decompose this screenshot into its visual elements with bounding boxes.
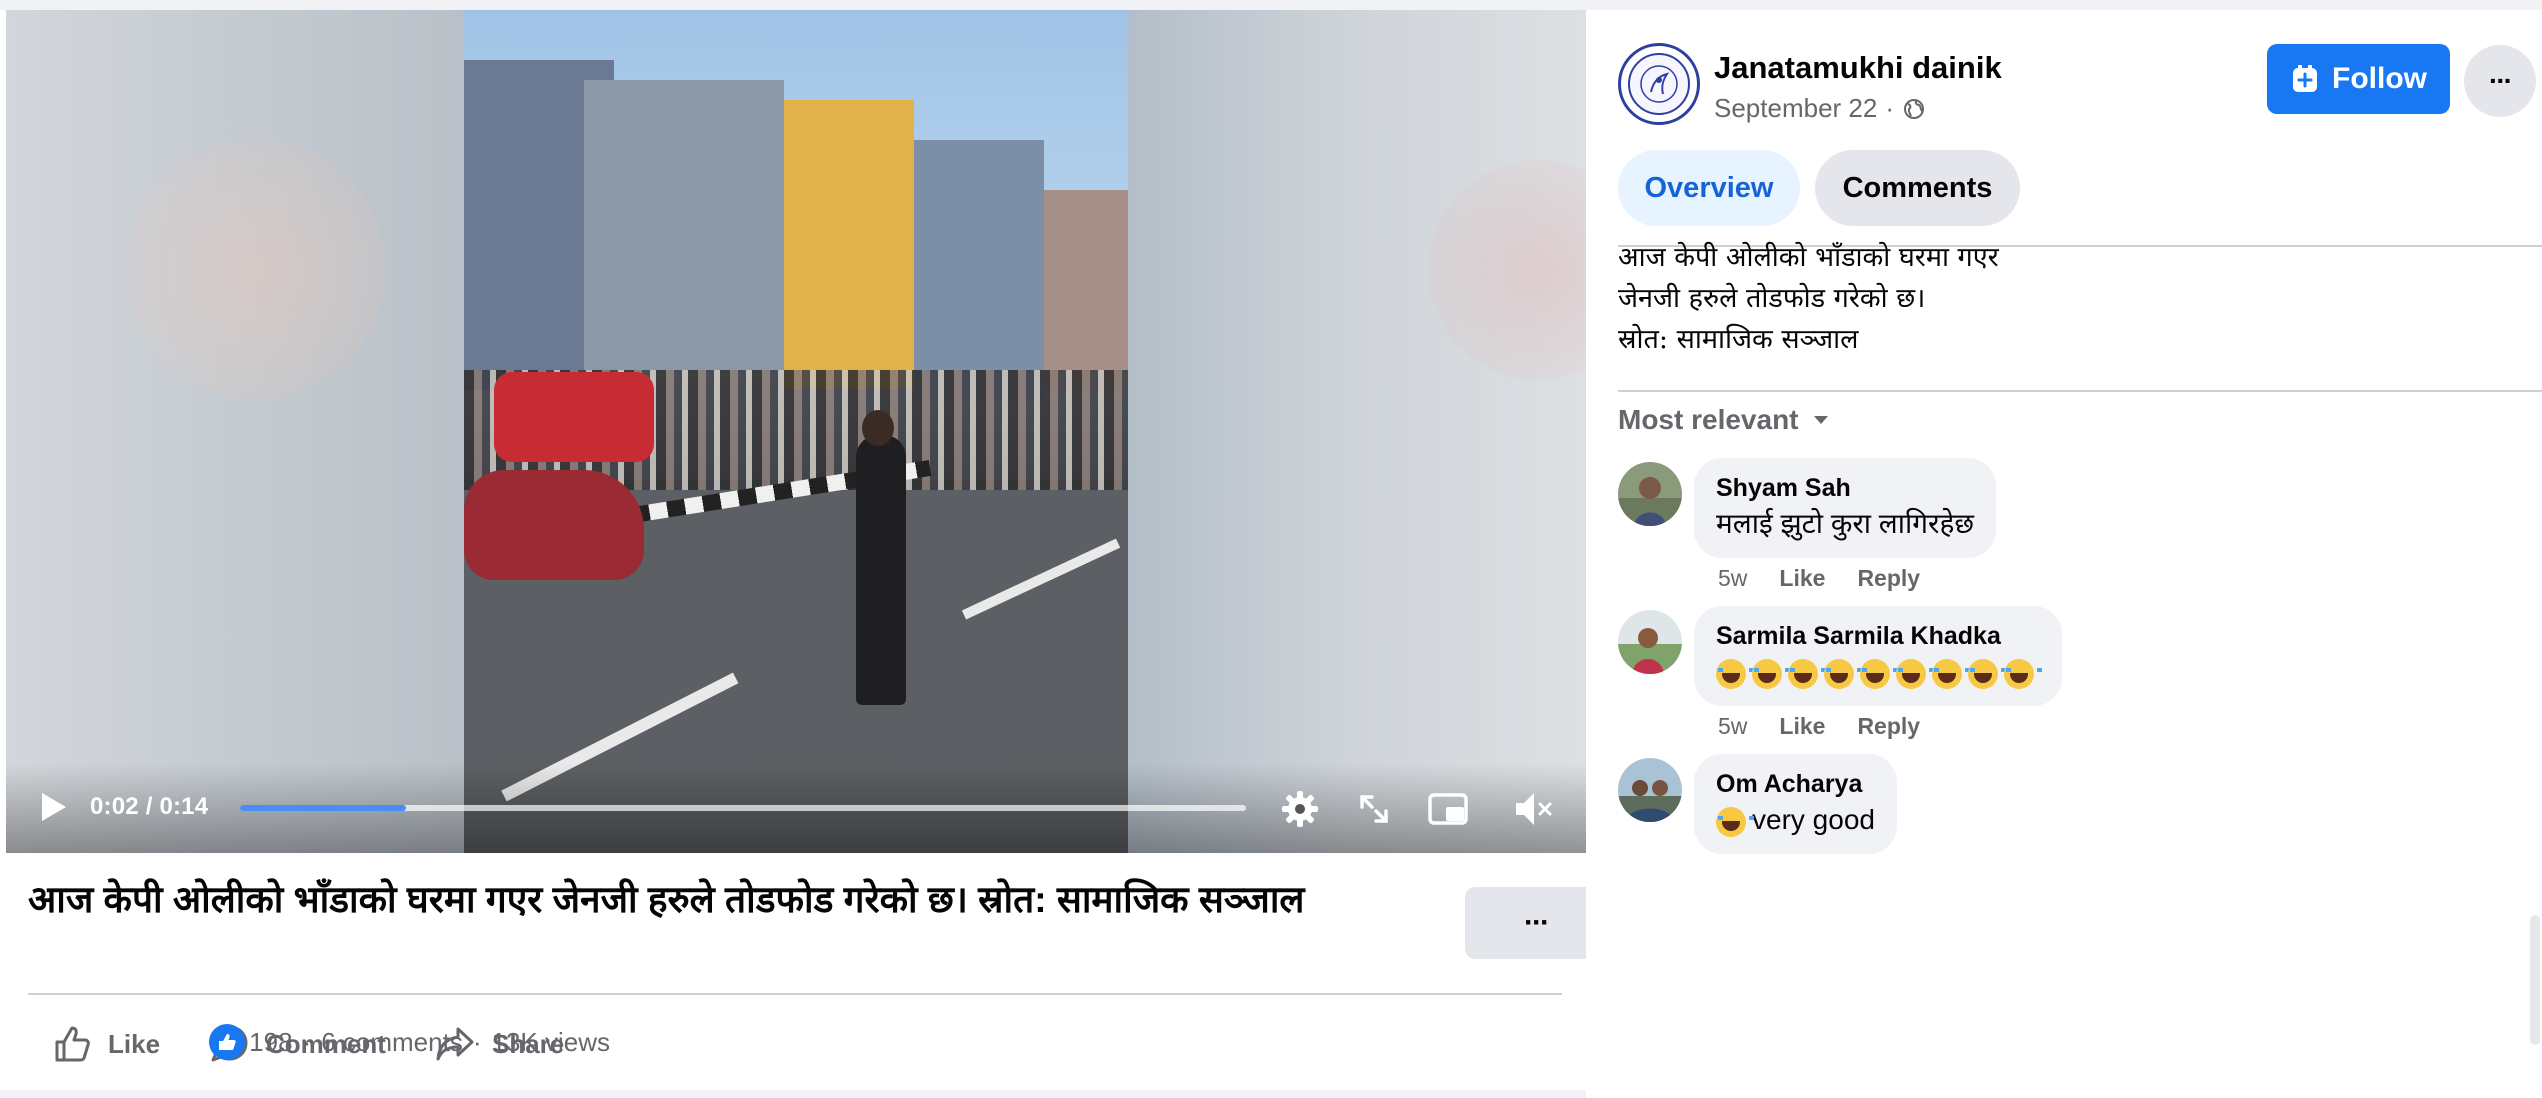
play-icon[interactable] [32, 787, 72, 827]
comment-bubble: Shyam Sah मलाई झुटो कुरा लागिरहेछ [1694, 458, 1997, 558]
avatar[interactable] [1618, 610, 1682, 674]
avatar[interactable] [1618, 462, 1682, 526]
post-stats: 198 · 6 comments · 13K views [209, 1024, 610, 1060]
more-dots-icon: ··· [1524, 906, 1550, 939]
comment-bubble: Sarmila Sarmila Khadka [1694, 606, 2062, 706]
comment-reply-button[interactable]: Reply [1857, 713, 1920, 740]
comment-text: very good [1752, 804, 1875, 835]
muted-speaker-icon[interactable] [1510, 787, 1554, 831]
comment-like-button[interactable]: Like [1779, 713, 1825, 740]
like-label: Like [108, 1028, 161, 1059]
page-logo [1628, 53, 1690, 115]
building [784, 100, 914, 390]
view-count: 13K views [491, 1026, 611, 1057]
comment-emoji-row [1716, 652, 2042, 692]
post-divider [28, 993, 1562, 995]
post-sidebar: Janatamukhi dainik September 22 · Follow… [1586, 10, 2542, 1098]
tears-of-joy-emoji [1716, 658, 1754, 689]
facebook-video-post-page: 0:02 / 0:14 आज केपी ओलीको भाँडाको घरमा ग… [0, 0, 2542, 1098]
red-vehicle [494, 372, 654, 462]
tears-of-joy-emoji [1824, 658, 1862, 689]
page-more-button[interactable]: ··· [2464, 45, 2536, 117]
tab-overview[interactable]: Overview [1618, 150, 1800, 226]
video-blur-left [6, 10, 464, 853]
comment-text: मलाई झुटो कुरा लागिरहेछ [1716, 508, 1975, 539]
walking-person [856, 435, 906, 705]
reaction-count[interactable]: 198 [249, 1027, 292, 1058]
video-progress-bar[interactable] [240, 805, 1246, 811]
add-page-icon [2293, 65, 2317, 92]
comment-age[interactable]: 5w [1718, 713, 1747, 740]
tab-comments-label: Comments [1842, 171, 1993, 204]
video-player[interactable]: 0:02 / 0:14 [6, 10, 1586, 853]
globe-icon [1904, 98, 1924, 119]
avatar[interactable] [1618, 758, 1682, 822]
comment-sort-dropdown[interactable]: Most relevant [1618, 404, 1831, 436]
stats-separator: · [302, 1026, 312, 1057]
video-frame [464, 10, 1128, 853]
tears-of-joy-emoji [2004, 658, 2042, 689]
comment-like-button[interactable]: Like [1779, 565, 1825, 592]
building [914, 140, 1044, 400]
post-date-row: September 22 · [1714, 93, 1926, 124]
tears-of-joy-emoji [1752, 658, 1790, 689]
comment-meta: 5w Like Reply [1718, 713, 1920, 740]
thumbs-up-icon [55, 1026, 90, 1062]
video-controls: 0:02 / 0:14 [6, 763, 1586, 853]
avatar-photo [1618, 610, 1682, 674]
comment-count[interactable]: 6 comments [321, 1027, 463, 1058]
like-button[interactable]: Like [52, 1018, 160, 1070]
video-progress-fill [240, 805, 406, 811]
stats-separator: · [472, 1026, 482, 1057]
tears-of-joy-emoji [1716, 806, 1754, 837]
post-date[interactable]: September 22 [1714, 93, 1877, 124]
avatar-photo [1618, 758, 1682, 822]
page-logo-icon [1640, 65, 1678, 103]
mini-player-icon[interactable] [1426, 787, 1470, 831]
description-line: जेनजी हरुले तोडफोड गरेको छ। [1618, 283, 1926, 314]
fullscreen-icon[interactable] [1352, 787, 1396, 831]
tears-of-joy-emoji [1896, 658, 1934, 689]
page-name[interactable]: Janatamukhi dainik [1714, 50, 2002, 86]
bottom-border [0, 1090, 1600, 1098]
tears-of-joy-emoji [1932, 658, 1970, 689]
walking-person-head [862, 410, 894, 446]
comment-author[interactable]: Om Acharya [1716, 768, 1875, 800]
tears-of-joy-emoji [1860, 658, 1898, 689]
comments-scrollbar[interactable] [2530, 915, 2540, 1045]
comment-bubble: Om Acharya very good [1694, 754, 1897, 854]
comment-author[interactable]: Sarmila Sarmila Khadka [1716, 620, 2040, 652]
more-dots-icon: ··· [2489, 65, 2513, 96]
gear-icon[interactable] [1278, 787, 1322, 831]
tab-comments[interactable]: Comments [1815, 150, 2020, 226]
top-border [0, 0, 2542, 10]
comment-reply-button[interactable]: Reply [1857, 565, 1920, 592]
building [584, 80, 784, 370]
motorbike [464, 470, 644, 580]
comment-author[interactable]: Shyam Sah [1716, 472, 1974, 504]
video-blur-right [1128, 10, 1586, 853]
description-line: आज केपी ओलीको भाँडाको घरमा गएर [1618, 242, 1999, 273]
sort-label: Most relevant [1618, 404, 1799, 435]
post-title: आज केपी ओलीको भाँडाको घरमा गएर जेनजी हरु… [28, 879, 1305, 920]
video-time: 0:02 / 0:14 [90, 793, 209, 820]
caret-down-icon [1813, 416, 1828, 424]
tears-of-joy-emoji [1788, 658, 1826, 689]
page-avatar[interactable] [1618, 43, 1700, 125]
comment-meta: 5w Like Reply [1718, 565, 1920, 592]
post-description: आज केपी ओलीको भाँडाको घरमा गएर जेनजी हरु… [1618, 237, 1999, 360]
description-divider [1618, 390, 2542, 392]
comment-age[interactable]: 5w [1718, 565, 1747, 592]
video-column: 0:02 / 0:14 आज केपी ओलीको भाँडाको घरमा ग… [0, 0, 2542, 1098]
building [1044, 190, 1128, 390]
avatar-photo [1618, 462, 1682, 526]
tab-overview-label: Overview [1644, 171, 1774, 204]
follow-label: Follow [2332, 62, 2427, 95]
date-separator: · [1885, 93, 1894, 123]
follow-button[interactable]: Follow [2267, 44, 2450, 114]
like-reaction-icon[interactable] [209, 1024, 246, 1060]
comment-text-row: very good [1716, 800, 1875, 840]
tears-of-joy-emoji [1968, 658, 2006, 689]
description-line: स्रोत: सामाजिक सञ्जाल [1618, 324, 1859, 355]
